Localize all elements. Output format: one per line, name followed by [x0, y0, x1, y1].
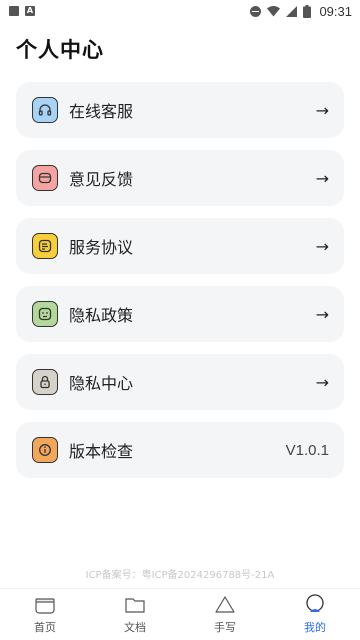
lock-icon — [32, 369, 58, 395]
arrow-right-icon: → — [315, 236, 329, 256]
menu-item-label: 隐私政策 — [69, 306, 134, 325]
feedback-icon — [32, 165, 58, 191]
bottom-tab-bar: 首页 文档 手写 我的 — [0, 588, 360, 640]
headset-icon — [32, 97, 58, 123]
menu-item-privacy-center[interactable]: 隐私中心 → — [16, 354, 344, 410]
signal-icon — [286, 5, 298, 17]
battery-icon — [303, 4, 312, 18]
menu-item-service-agreement[interactable]: 服务协议 → — [16, 218, 344, 274]
arrow-right-icon: → — [315, 372, 329, 392]
tab-label: 手写 — [214, 621, 236, 634]
tab-profile[interactable]: 我的 — [279, 594, 351, 635]
agreement-icon — [32, 233, 58, 259]
arrow-right-icon: → — [315, 168, 329, 188]
tab-documents[interactable]: 文档 — [99, 594, 171, 635]
tab-label: 首页 — [34, 621, 56, 634]
status-time: 09:31 — [319, 3, 352, 19]
arrow-right-icon: → — [315, 304, 329, 324]
do-not-disturb-icon — [250, 5, 262, 17]
app-notification-icon: A — [25, 6, 35, 16]
privacy-policy-icon — [32, 301, 58, 327]
menu-item-online-support[interactable]: 在线客服 → — [16, 82, 344, 138]
menu-list: 在线客服 → 意见反馈 → 服务协议 → 隐私政策 → 隐私中心 → 版本检查 … — [16, 82, 344, 490]
home-icon — [34, 594, 56, 616]
menu-item-label: 意见反馈 — [69, 170, 134, 189]
arrow-right-icon: → — [315, 100, 329, 120]
image-notification-icon — [9, 6, 19, 16]
folder-icon — [124, 594, 146, 616]
wifi-icon — [267, 5, 281, 16]
icp-record[interactable]: ICP备案号：粤ICP备2024296788号-21A — [0, 566, 360, 581]
version-value: V1.0.1 — [285, 441, 329, 459]
status-bar: A 09:31 — [0, 0, 360, 22]
menu-item-version-check[interactable]: 版本检查 V1.0.1 — [16, 422, 344, 478]
triangle-icon — [214, 594, 236, 616]
profile-icon — [304, 594, 326, 616]
tab-label: 文档 — [124, 621, 146, 634]
tab-label: 我的 — [304, 621, 326, 634]
menu-item-privacy-policy[interactable]: 隐私政策 → — [16, 286, 344, 342]
menu-item-label: 在线客服 — [69, 102, 134, 121]
menu-item-label: 版本检查 — [69, 442, 134, 461]
page-title: 个人中心 — [16, 38, 104, 62]
status-right: 09:31 — [250, 4, 352, 19]
tab-home[interactable]: 首页 — [9, 594, 81, 635]
menu-item-feedback[interactable]: 意见反馈 → — [16, 150, 344, 206]
menu-item-label: 服务协议 — [69, 238, 134, 257]
status-left: A — [9, 6, 35, 16]
menu-item-label: 隐私中心 — [69, 374, 134, 393]
tab-handwriting[interactable]: 手写 — [189, 594, 261, 635]
info-icon — [32, 437, 58, 463]
